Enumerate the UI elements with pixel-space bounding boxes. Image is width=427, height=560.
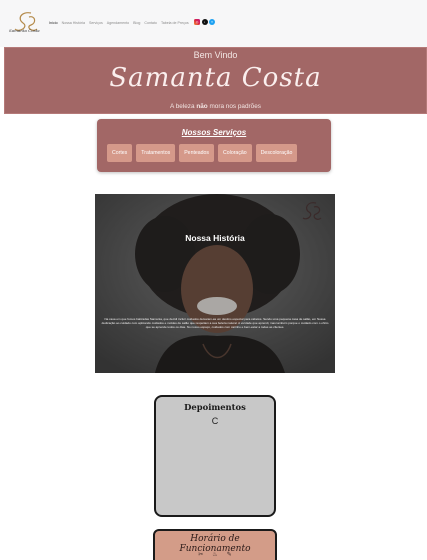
services-panel: Nossos Serviços Cortes Tratamentos Pente…: [97, 119, 331, 172]
hours-icons: ✂ ♨ ✎: [155, 551, 275, 558]
social-links: ◎ ♪ ✦: [194, 19, 215, 25]
services-buttons: Cortes Tratamentos Penteados Coloração D…: [107, 144, 298, 162]
hours-card: Horário de Funcionamento ✂ ♨ ✎: [153, 529, 277, 560]
testimonials-title: Depoimentos: [184, 402, 246, 412]
hero-tagline-before: A beleza: [170, 103, 197, 110]
hero-welcome: Bem Vindo: [193, 50, 238, 60]
nav-links: Início Nossa História Serviços Agendamen…: [49, 21, 189, 25]
logo-monogram-icon: [14, 12, 38, 31]
comb-icon: ✎: [226, 552, 232, 558]
hero-name: Samanta Costa: [109, 63, 322, 93]
hero-tagline: A beleza não mora nos padrões: [5, 103, 426, 110]
page: Samanta Costa Início Nossa História Serv…: [0, 0, 427, 560]
history-monogram-icon: [302, 202, 322, 220]
nav-blog[interactable]: Blog: [133, 21, 140, 25]
nav-servicos[interactable]: Serviços: [89, 21, 103, 25]
scissors-icon: ✂: [198, 552, 204, 558]
logo[interactable]: [9, 9, 45, 39]
hero-tagline-bold: não: [196, 103, 208, 110]
hero-tagline-after: mora nos padrões: [207, 103, 261, 110]
service-descoloracao-button[interactable]: Descoloração: [255, 144, 298, 162]
instagram-icon[interactable]: ◎: [194, 19, 200, 25]
service-penteados-button[interactable]: Penteados: [179, 144, 215, 162]
services-title[interactable]: Nossos Serviços: [97, 128, 331, 137]
service-coloracao-button[interactable]: Coloração: [218, 144, 252, 162]
twitter-icon[interactable]: ✦: [209, 19, 215, 25]
history-text: Na casa em que fomos batizadas Samanta, …: [101, 317, 329, 329]
service-tratamentos-button[interactable]: Tratamentos: [136, 144, 176, 162]
testimonials-letter: C: [211, 416, 219, 426]
nav-inicio[interactable]: Início: [49, 21, 58, 25]
hero-banner: Bem Vindo Samanta Costa A beleza não mor…: [4, 47, 427, 114]
nav-agendamento[interactable]: Agendamento: [107, 21, 129, 25]
dryer-icon: ♨: [212, 552, 218, 558]
tiktok-icon[interactable]: ♪: [201, 19, 208, 25]
history-title: Nossa História: [185, 233, 245, 243]
nav-contato[interactable]: Contato: [144, 21, 157, 25]
nav-tabela-precos[interactable]: Tabela de Preços: [161, 21, 189, 25]
service-cortes-button[interactable]: Cortes: [107, 144, 133, 162]
nav-nossa-historia[interactable]: Nossa História: [62, 21, 85, 25]
testimonials-card: Depoimentos C: [154, 395, 276, 517]
navbar: Samanta Costa Início Nossa História Serv…: [0, 0, 427, 47]
history-section: Nossa História Na casa em que fomos bati…: [95, 194, 335, 373]
logo-text: Samanta Costa: [9, 28, 40, 33]
